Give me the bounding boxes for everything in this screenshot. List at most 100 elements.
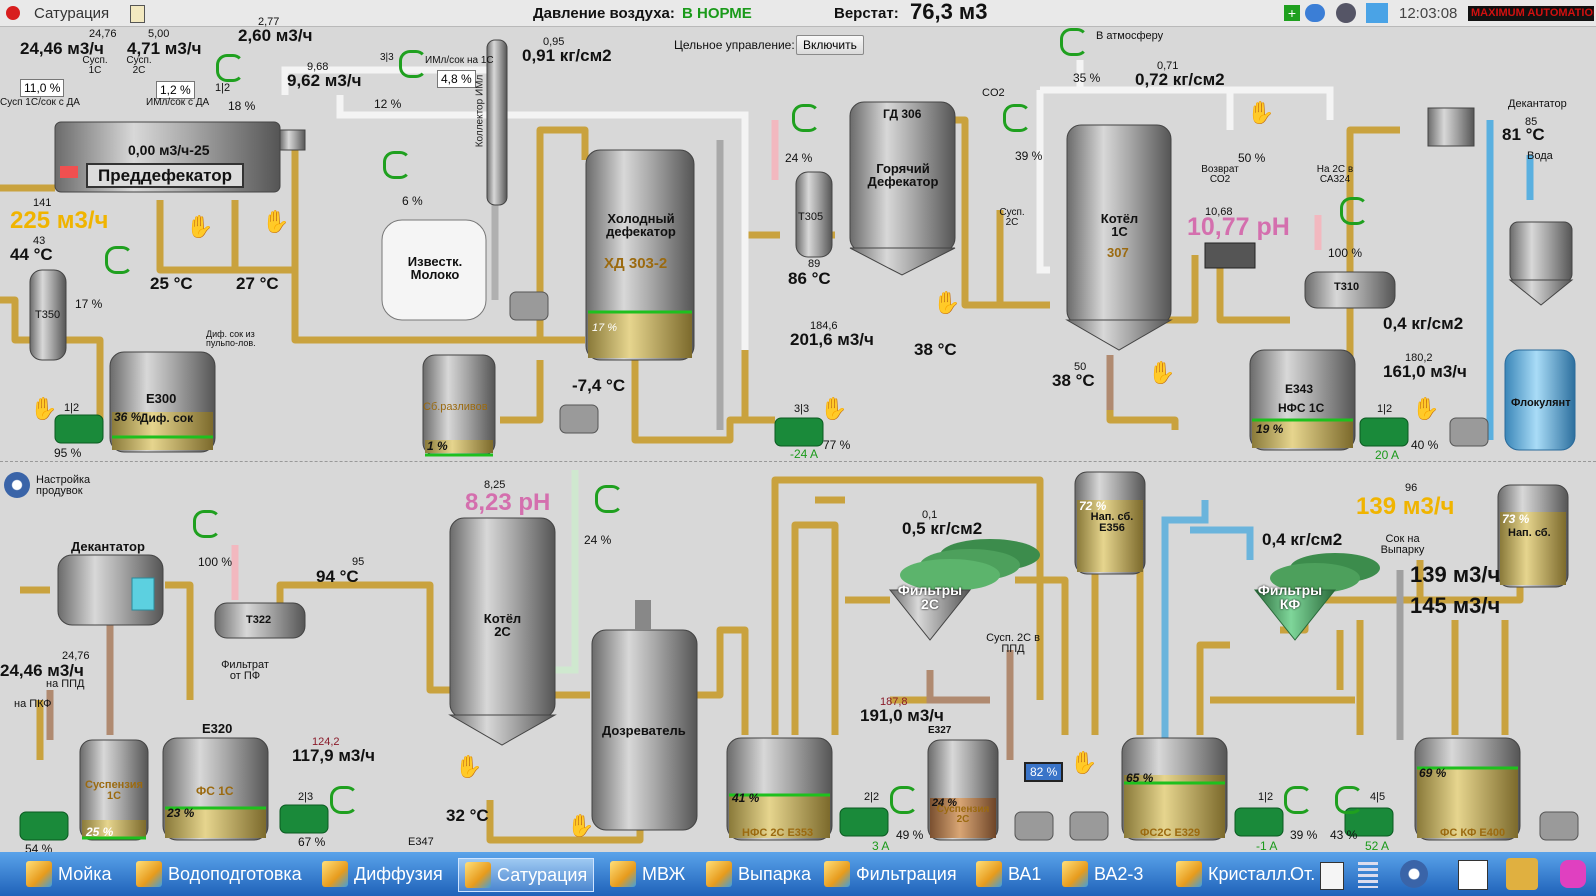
clipboard-icon[interactable] xyxy=(130,5,145,23)
izvest-moloko-label: Известк. Молоко xyxy=(407,254,463,282)
task-filtraciya[interactable]: Фильтрация xyxy=(824,858,957,890)
t322-label: Т322 xyxy=(246,614,272,626)
press-04b[interactable]: 0,4 кг/см2 xyxy=(1262,531,1342,548)
nastroika-produvok[interactable]: Настройка продувок xyxy=(36,475,106,497)
moika-icon xyxy=(26,861,52,887)
ph-1077[interactable]: 10,77 pH xyxy=(1187,215,1290,240)
t310-label: Т310 xyxy=(1334,281,1360,293)
task-moika[interactable]: Мойка xyxy=(26,858,112,890)
predefekator-button[interactable]: Преддефекатор xyxy=(86,163,245,188)
menu-icon[interactable] xyxy=(1358,862,1378,888)
refresh-icon[interactable] xyxy=(1335,786,1363,814)
task-va23[interactable]: ВА2-3 xyxy=(1062,858,1143,890)
user-icon[interactable] xyxy=(1336,3,1356,23)
trend-icon[interactable] xyxy=(1458,860,1488,890)
press-05[interactable]: 0,5 кг/см2 xyxy=(902,520,982,537)
hand-icon[interactable]: ✋ xyxy=(262,211,289,233)
ph-823[interactable]: 8,23 pH xyxy=(465,491,550,515)
vodopodgotovka-icon xyxy=(136,861,162,887)
refresh-icon[interactable] xyxy=(1003,104,1031,132)
plus-icon[interactable]: + xyxy=(1284,5,1300,21)
refresh-icon[interactable] xyxy=(1060,28,1088,56)
refresh-icon[interactable] xyxy=(890,786,918,814)
refresh-icon[interactable] xyxy=(792,104,820,132)
close-icon[interactable] xyxy=(6,6,20,20)
settings-icon[interactable] xyxy=(1400,860,1428,888)
task-diffuziya[interactable]: Диффузия xyxy=(322,858,443,890)
flow-145[interactable]: 145 м3/ч xyxy=(1410,595,1500,617)
chat-icon[interactable] xyxy=(1305,4,1325,22)
gear-icon[interactable] xyxy=(4,472,30,498)
flow-2446[interactable]: 24,46 м3/ч xyxy=(0,662,84,679)
task-va1[interactable]: ВА1 xyxy=(976,858,1041,890)
tools-icon[interactable] xyxy=(1506,858,1538,890)
fs2c-level: 65 % xyxy=(1126,771,1154,785)
telegram-icon[interactable] xyxy=(1366,3,1388,23)
pump-45[interactable]: 4|5 xyxy=(1370,792,1385,803)
report-icon[interactable] xyxy=(1320,862,1344,890)
nfs1c-label: НФС 1С xyxy=(1278,401,1325,415)
task-vodopodgotovka[interactable]: Водоподготовка xyxy=(136,858,302,890)
pump-33[interactable]: 3|3 xyxy=(794,404,809,415)
refresh-icon[interactable] xyxy=(383,151,411,179)
refresh-icon[interactable] xyxy=(216,54,244,82)
task-kristall[interactable]: Кристалл. xyxy=(1176,858,1292,890)
iml-pct-input[interactable]: 4,8 % xyxy=(437,70,476,88)
refresh-icon[interactable] xyxy=(595,485,623,513)
pump-22[interactable]: 2|2 xyxy=(864,792,879,803)
touch-icon[interactable] xyxy=(1560,860,1586,888)
flow-962[interactable]: 9,62 м3/ч xyxy=(287,72,361,89)
pump-12-right[interactable]: 1|2 xyxy=(1377,404,1392,415)
flow-260[interactable]: 2,60 м3/ч xyxy=(238,27,312,44)
diffuziya-icon xyxy=(322,861,348,887)
clock: 12:03:08 xyxy=(1399,5,1458,22)
flow-191[interactable]: 191,0 м3/ч xyxy=(860,707,944,724)
label-susp-1c: Сусп. 1С xyxy=(82,55,108,76)
hand-icon[interactable]: ✋ xyxy=(1070,752,1097,774)
flow-161[interactable]: 161,0 м3/ч xyxy=(1383,363,1467,380)
saturaciya-icon xyxy=(465,862,491,888)
task-mvzh[interactable]: МВЖ xyxy=(610,858,685,890)
task-saturaciya[interactable]: Сатурация xyxy=(458,858,595,892)
press-091[interactable]: 0,91 кг/см2 xyxy=(522,47,612,64)
refresh-icon[interactable] xyxy=(105,246,133,274)
flow-1179[interactable]: 117,9 м3/ч xyxy=(292,747,375,764)
press-072[interactable]: 0,72 кг/см2 xyxy=(1135,71,1225,88)
hand-icon[interactable]: ✋ xyxy=(455,756,482,778)
tank-dekantator xyxy=(57,554,164,626)
enable-button[interactable]: Включить xyxy=(796,35,864,55)
press-04a[interactable]: 0,4 кг/см2 xyxy=(1383,315,1463,332)
co2-label: CO2 xyxy=(982,87,1005,99)
valve-33-top[interactable]: 3|3 xyxy=(380,53,394,63)
kotel-1c-label: Котёл 1С xyxy=(1100,211,1139,239)
hand-icon[interactable]: ✋ xyxy=(186,216,213,238)
hand-icon[interactable]: ✋ xyxy=(1148,362,1175,384)
task-ot[interactable]: От. xyxy=(1290,858,1315,890)
pump-23[interactable]: 2|3 xyxy=(298,792,313,803)
hand-icon[interactable]: ✋ xyxy=(820,398,847,420)
mixer-pct-82[interactable]: 82 % xyxy=(1024,762,1064,782)
susp-ratio-input[interactable]: 11,0 % xyxy=(20,79,65,97)
hand-icon[interactable]: ✋ xyxy=(933,292,960,314)
pump-12-left[interactable]: 1|2 xyxy=(64,403,79,414)
refresh-icon[interactable] xyxy=(330,786,358,814)
refresh-icon[interactable] xyxy=(1284,786,1312,814)
refresh-icon[interactable] xyxy=(1340,197,1368,225)
flow-2016[interactable]: 201,6 м3/ч xyxy=(790,331,874,348)
flow-139[interactable]: 139 м3/ч xyxy=(1356,495,1454,519)
task-vyparka[interactable]: Выпарка xyxy=(706,858,811,890)
sb-razlivov-label: Сб.разливов xyxy=(423,401,488,413)
hand-icon[interactable]: ✋ xyxy=(1412,398,1439,420)
hand-icon[interactable]: ✋ xyxy=(30,398,57,420)
filters-2c-label: Фильтры 2С xyxy=(897,582,963,612)
flow-139b[interactable]: 139 м3/ч xyxy=(1410,564,1500,586)
refresh-icon[interactable] xyxy=(193,510,221,538)
fskf-label: ФС КФ Е400 xyxy=(1440,827,1506,839)
flow-225[interactable]: 225 м3/ч xyxy=(10,209,108,233)
hand-icon[interactable]: ✋ xyxy=(1247,102,1274,124)
e347-label: Е347 xyxy=(408,836,434,848)
pump-12-bottom[interactable]: 1|2 xyxy=(1258,792,1273,803)
valve-12-top[interactable]: 1|2 xyxy=(215,83,230,94)
refresh-icon[interactable] xyxy=(399,50,427,78)
hand-icon[interactable]: ✋ xyxy=(567,815,594,837)
